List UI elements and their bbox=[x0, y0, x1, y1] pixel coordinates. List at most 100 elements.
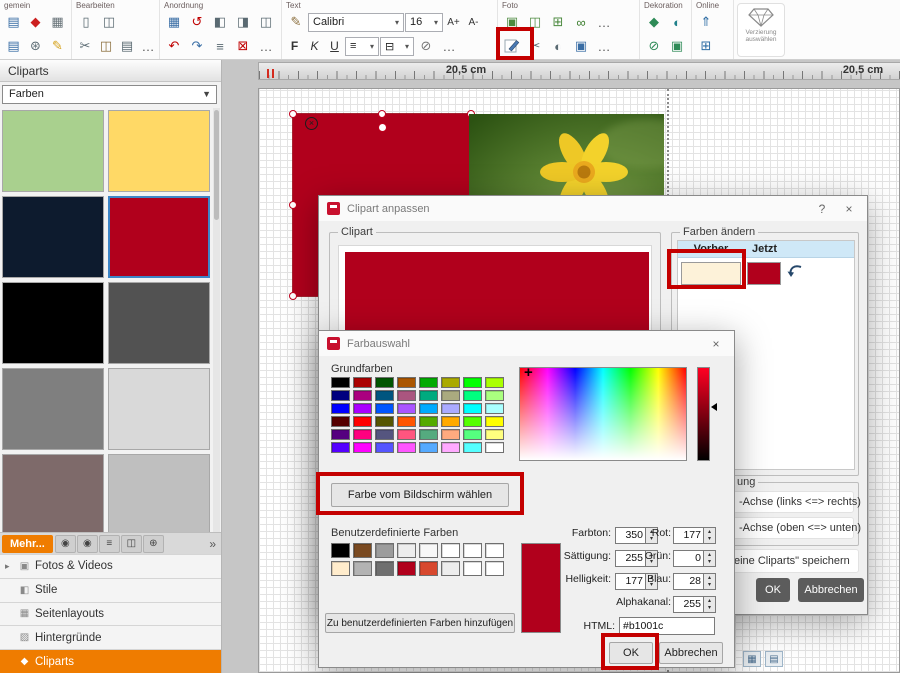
basic-color-swatch[interactable] bbox=[397, 429, 416, 440]
resize-handle[interactable] bbox=[378, 110, 386, 118]
decor-frame-icon[interactable]: ▣ bbox=[666, 35, 688, 57]
paste-icon[interactable]: ▤ bbox=[117, 35, 137, 57]
clipart-color-swatch[interactable] bbox=[108, 282, 210, 364]
close-icon[interactable]: × bbox=[839, 202, 859, 216]
basic-color-swatch[interactable] bbox=[441, 429, 460, 440]
help-button[interactable]: ? bbox=[812, 202, 832, 216]
online-cliparts-icon[interactable]: ⊕ bbox=[143, 535, 164, 553]
delete-clipart-icon[interactable] bbox=[305, 117, 318, 130]
dialog-cancel-button[interactable]: Abbrechen bbox=[798, 578, 864, 602]
sidebar-item-seitenlayouts[interactable]: ▦ Seitenlayouts bbox=[0, 602, 221, 626]
photo-stack-icon[interactable]: ◫ bbox=[524, 11, 546, 33]
more-button[interactable]: Mehr... bbox=[2, 535, 53, 553]
basic-color-swatch[interactable] bbox=[441, 442, 460, 453]
basic-color-swatch[interactable] bbox=[419, 390, 438, 401]
undo-icon[interactable]: ↶ bbox=[163, 35, 185, 57]
page-spread-icon[interactable]: ▤ bbox=[765, 651, 783, 667]
decoration-picker-card[interactable]: Verzierung auswählen bbox=[737, 3, 785, 57]
basic-color-swatch[interactable] bbox=[397, 390, 416, 401]
custom-color-swatch[interactable] bbox=[419, 543, 438, 558]
photo-add-icon[interactable]: ⊞ bbox=[547, 11, 569, 33]
effects-icon[interactable]: ◐ bbox=[547, 35, 569, 57]
draw-tool-icon[interactable]: ✎ bbox=[47, 35, 68, 57]
basic-color-swatch[interactable] bbox=[485, 377, 504, 388]
custom-color-swatch[interactable] bbox=[441, 543, 460, 558]
clear-format-icon[interactable]: ⊘ bbox=[415, 35, 437, 57]
sidebar-item-fotos-videos[interactable]: ▸ ▣ Fotos & Videos bbox=[0, 554, 221, 578]
basic-color-swatch[interactable] bbox=[353, 403, 372, 414]
now-color-swatch[interactable] bbox=[747, 262, 781, 285]
red-spinner[interactable]: 177 bbox=[673, 527, 716, 544]
basic-color-swatch[interactable] bbox=[353, 442, 372, 453]
basic-color-swatch[interactable] bbox=[441, 390, 460, 401]
basic-color-swatch[interactable] bbox=[463, 390, 482, 401]
pick-screen-button[interactable]: Farbe vom Bildschirm wählen bbox=[331, 483, 509, 507]
basic-color-swatch[interactable] bbox=[419, 403, 438, 414]
basic-color-swatch[interactable] bbox=[375, 429, 394, 440]
custom-color-swatch[interactable] bbox=[353, 543, 372, 558]
basic-color-swatch[interactable] bbox=[463, 403, 482, 414]
basic-color-swatch[interactable] bbox=[441, 377, 460, 388]
grid-icon[interactable]: ▦ bbox=[163, 11, 185, 33]
spinner-arrows[interactable] bbox=[704, 550, 716, 567]
custom-color-swatch[interactable] bbox=[331, 543, 350, 558]
reset-color-icon[interactable] bbox=[786, 264, 804, 280]
custom-color-swatch[interactable] bbox=[463, 561, 482, 576]
custom-color-swatch[interactable] bbox=[485, 561, 504, 576]
basic-color-swatch[interactable] bbox=[485, 429, 504, 440]
decor-shape-icon[interactable]: ⊘ bbox=[643, 35, 665, 57]
sidebar-item-hintergruende[interactable]: ▨ Hintergründe bbox=[0, 625, 221, 649]
more-edit-icon[interactable]: … bbox=[138, 35, 158, 57]
photo-edit-icon[interactable] bbox=[501, 35, 523, 57]
delete-object-icon[interactable]: ⊠ bbox=[232, 35, 254, 57]
hue-saturation-picker[interactable]: + bbox=[519, 367, 687, 461]
group-icon[interactable]: ◫ bbox=[255, 11, 277, 33]
basic-color-swatch[interactable] bbox=[397, 403, 416, 414]
my-cliparts-icon[interactable]: ◉ bbox=[55, 535, 76, 553]
alpha-value[interactable]: 255 bbox=[673, 596, 704, 613]
align-select[interactable]: ≡▾ bbox=[345, 37, 379, 56]
clipart-color-swatch[interactable] bbox=[2, 196, 104, 278]
spinner-arrows[interactable] bbox=[704, 527, 716, 544]
basic-color-swatch[interactable] bbox=[331, 377, 350, 388]
custom-color-swatch[interactable] bbox=[419, 561, 438, 576]
more-arrange-icon[interactable]: … bbox=[255, 35, 277, 57]
spinner-arrows[interactable] bbox=[704, 596, 716, 613]
basic-color-swatch[interactable] bbox=[397, 377, 416, 388]
green-spinner[interactable]: 0 bbox=[673, 550, 716, 567]
sidebar-item-cliparts[interactable]: ◆ Cliparts bbox=[0, 649, 221, 673]
brightness-slider-marker[interactable] bbox=[711, 403, 717, 411]
clipart-color-swatch[interactable] bbox=[108, 368, 210, 450]
cut-icon[interactable]: ✂ bbox=[75, 35, 95, 57]
link-icon[interactable]: ∞ bbox=[570, 11, 592, 33]
text-edit-icon[interactable]: ✎ bbox=[285, 11, 307, 33]
custom-color-swatch[interactable] bbox=[485, 543, 504, 558]
basic-color-swatch[interactable] bbox=[375, 403, 394, 414]
basic-color-swatch[interactable] bbox=[485, 390, 504, 401]
basic-color-swatch[interactable] bbox=[397, 442, 416, 453]
resize-handle[interactable] bbox=[289, 201, 297, 209]
clipart-color-swatch[interactable] bbox=[108, 454, 210, 532]
basic-color-swatch[interactable] bbox=[331, 403, 350, 414]
crop-icon[interactable]: ✂ bbox=[524, 35, 546, 57]
basic-color-swatch[interactable] bbox=[441, 416, 460, 427]
ok-button[interactable]: OK bbox=[609, 642, 653, 664]
photo-frame-icon[interactable]: ▣ bbox=[570, 35, 592, 57]
pages-icon[interactable]: ▤ bbox=[3, 35, 24, 57]
font-shrink-button[interactable]: A- bbox=[464, 13, 483, 32]
custom-color-swatch[interactable] bbox=[397, 543, 416, 558]
basic-color-swatch[interactable] bbox=[375, 442, 394, 453]
upload-icon[interactable]: ⇑ bbox=[695, 11, 717, 33]
html-color-input[interactable]: #b1001c bbox=[619, 617, 715, 635]
redo-icon[interactable]: ↷ bbox=[186, 35, 208, 57]
basic-color-swatch[interactable] bbox=[463, 442, 482, 453]
italic-button[interactable]: K bbox=[305, 37, 324, 56]
basic-color-swatch[interactable] bbox=[463, 416, 482, 427]
brightness-slider[interactable] bbox=[697, 367, 710, 461]
font-grow-button[interactable]: A+ bbox=[444, 13, 463, 32]
spinner-arrows[interactable] bbox=[704, 573, 716, 590]
add-custom-color-button[interactable]: Zu benutzerdefinierten Farben hinzufügen bbox=[325, 613, 515, 633]
basic-color-swatch[interactable] bbox=[397, 416, 416, 427]
dialog-titlebar[interactable]: Clipart anpassen ? × bbox=[319, 196, 867, 221]
page-thumbnails-icon[interactable]: ▦ bbox=[743, 651, 761, 667]
